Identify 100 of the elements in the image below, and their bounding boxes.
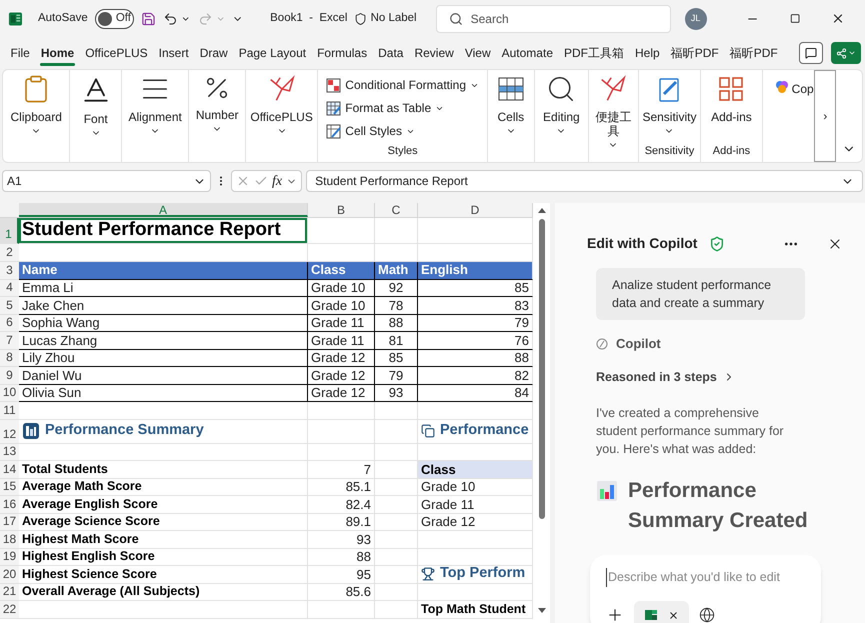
table-cell[interactable]: 88 xyxy=(308,548,375,566)
ribbon-tab[interactable]: 福昕PDF xyxy=(724,40,784,66)
table-cell[interactable]: Grade 12 xyxy=(308,350,375,367)
formula-field[interactable]: Student Performance Report xyxy=(306,170,863,192)
row-header[interactable]: 14 xyxy=(0,461,19,478)
ribbon-tab[interactable]: Review xyxy=(408,40,460,66)
table-cell[interactable]: 79 xyxy=(418,314,533,332)
table-cell[interactable]: Jake Chen xyxy=(19,297,308,314)
ribbon-button[interactable]: 便捷工具 xyxy=(594,70,632,150)
table-cell[interactable]: Grade 12 xyxy=(308,367,375,384)
ribbon-tab[interactable]: Page Layout xyxy=(233,40,312,66)
ribbon-tab[interactable]: PDF工具箱 xyxy=(558,40,630,66)
ribbon-button[interactable]: Clipboard xyxy=(10,70,62,136)
prompt-input[interactable]: Describe what you'd like to edit xyxy=(606,568,805,587)
ribbon-tab[interactable]: Insert xyxy=(153,40,194,66)
empty-cell[interactable] xyxy=(375,444,418,461)
table-cell[interactable]: Average English Score xyxy=(19,496,308,514)
table-cell[interactable]: 88 xyxy=(418,350,533,367)
ribbon-scroll-button[interactable]: › xyxy=(814,70,836,162)
table-cell[interactable]: Highest Science Score xyxy=(19,566,308,584)
row-header[interactable]: 22 xyxy=(0,601,19,618)
empty-cell[interactable] xyxy=(375,584,418,601)
ribbon-tab[interactable]: Automate xyxy=(496,40,558,66)
ribbon-tab[interactable]: Help xyxy=(630,40,666,66)
table-cell[interactable]: Grade 10 xyxy=(308,280,375,297)
row-header[interactable]: 10 xyxy=(0,384,19,402)
ribbon-tab[interactable]: Home xyxy=(35,40,80,66)
ribbon-tab[interactable]: File xyxy=(5,40,36,66)
table-cell[interactable]: 85.6 xyxy=(308,584,375,601)
row-header[interactable]: 21 xyxy=(0,584,19,601)
table-cell[interactable]: Lily Zhou xyxy=(19,350,308,367)
search-input[interactable]: Search xyxy=(470,10,651,28)
empty-cell[interactable] xyxy=(375,478,418,496)
empty-cell[interactable] xyxy=(375,601,418,618)
table-cell[interactable]: Average Science Score xyxy=(19,514,308,531)
table-cell[interactable]: Sophia Wang xyxy=(19,314,308,332)
table-cell[interactable]: 92 xyxy=(375,280,418,297)
row-header[interactable]: 6 xyxy=(0,314,19,332)
row-header[interactable]: 3 xyxy=(0,262,19,280)
table-cell[interactable]: 78 xyxy=(375,297,418,314)
ribbon-tab[interactable]: 福昕PDF xyxy=(665,40,724,66)
empty-cell[interactable] xyxy=(375,566,418,584)
reasoning-toggle[interactable]: Reasoned in 3 steps xyxy=(596,368,843,386)
ribbon-tab[interactable]: OfficePLUS xyxy=(80,40,154,66)
file-chip[interactable] xyxy=(634,601,689,623)
empty-cell[interactable] xyxy=(308,218,375,244)
empty-cell[interactable] xyxy=(308,402,375,420)
empty-cell[interactable] xyxy=(418,548,533,566)
table-cell[interactable]: Grade 12 xyxy=(308,384,375,402)
table-cell[interactable]: Grade 10 xyxy=(418,478,533,496)
empty-cell[interactable] xyxy=(375,514,418,531)
ribbon-button[interactable]: Sensitivity xyxy=(642,70,696,136)
table-cell[interactable]: 76 xyxy=(418,332,533,350)
row-header[interactable]: 11 xyxy=(0,402,19,420)
empty-cell[interactable] xyxy=(418,218,533,244)
table-cell[interactable]: 88 xyxy=(375,314,418,332)
row-header[interactable]: 8 xyxy=(0,350,19,367)
table-cell[interactable]: 82.4 xyxy=(308,496,375,514)
autosave-toggle[interactable]: Off xyxy=(94,8,134,28)
table-cell[interactable]: Grade 10 xyxy=(308,297,375,314)
row-header[interactable]: 15 xyxy=(0,478,19,496)
table-cell[interactable]: Overall Average (All Subjects) xyxy=(19,584,308,601)
table-cell[interactable]: Highest English Score xyxy=(19,548,308,566)
row-header[interactable]: 2 xyxy=(0,244,19,262)
ribbon-button[interactable]: OfficePLUS xyxy=(250,70,313,136)
table-cell[interactable]: 93 xyxy=(308,531,375,548)
table-cell[interactable]: 82 xyxy=(418,367,533,384)
empty-cell[interactable] xyxy=(375,420,418,444)
table-cell[interactable]: Emma Li xyxy=(19,280,308,297)
empty-cell[interactable] xyxy=(375,218,418,244)
ribbon-button[interactable]: Alignment xyxy=(128,70,182,136)
ribbon-button[interactable]: Cells xyxy=(496,70,526,136)
table-cell[interactable]: 89.1 xyxy=(308,514,375,531)
row-header[interactable]: 18 xyxy=(0,531,19,548)
table-cell[interactable]: 79 xyxy=(375,367,418,384)
remove-icon[interactable] xyxy=(668,610,679,620)
prompt-box[interactable]: Describe what you'd like to edit xyxy=(590,555,821,623)
styles-menu-button[interactable]: Conditional Formatting xyxy=(326,74,480,97)
table-cell[interactable]: Class xyxy=(308,262,375,280)
table-cell[interactable]: 85.1 xyxy=(308,478,375,496)
empty-cell[interactable] xyxy=(308,420,375,444)
table-cell[interactable]: Total Students xyxy=(19,461,308,478)
table-cell[interactable]: 81 xyxy=(375,332,418,350)
ribbon-tab[interactable]: Data xyxy=(372,40,409,66)
ribbon-button[interactable]: Add-ins xyxy=(711,70,752,124)
ribbon-tab[interactable]: Draw xyxy=(194,40,234,66)
table-cell[interactable]: Highest Math Score xyxy=(19,531,308,548)
share-button[interactable] xyxy=(831,42,861,64)
row-header[interactable]: 5 xyxy=(0,297,19,314)
row-header[interactable]: 7 xyxy=(0,332,19,350)
table-cell[interactable]: 83 xyxy=(418,297,533,314)
table-cell[interactable]: 84 xyxy=(418,384,533,402)
table-cell[interactable]: 95 xyxy=(308,566,375,584)
search-field[interactable]: Search xyxy=(436,4,671,32)
cancel-icon[interactable] xyxy=(236,174,250,188)
styles-menu-button[interactable]: Cell Styles xyxy=(326,120,480,142)
table-cell[interactable]: Grade 11 xyxy=(308,314,375,332)
empty-cell[interactable] xyxy=(375,402,418,420)
table-cell[interactable]: Student Performance Report xyxy=(19,218,308,244)
undo-icon[interactable] xyxy=(163,10,178,26)
